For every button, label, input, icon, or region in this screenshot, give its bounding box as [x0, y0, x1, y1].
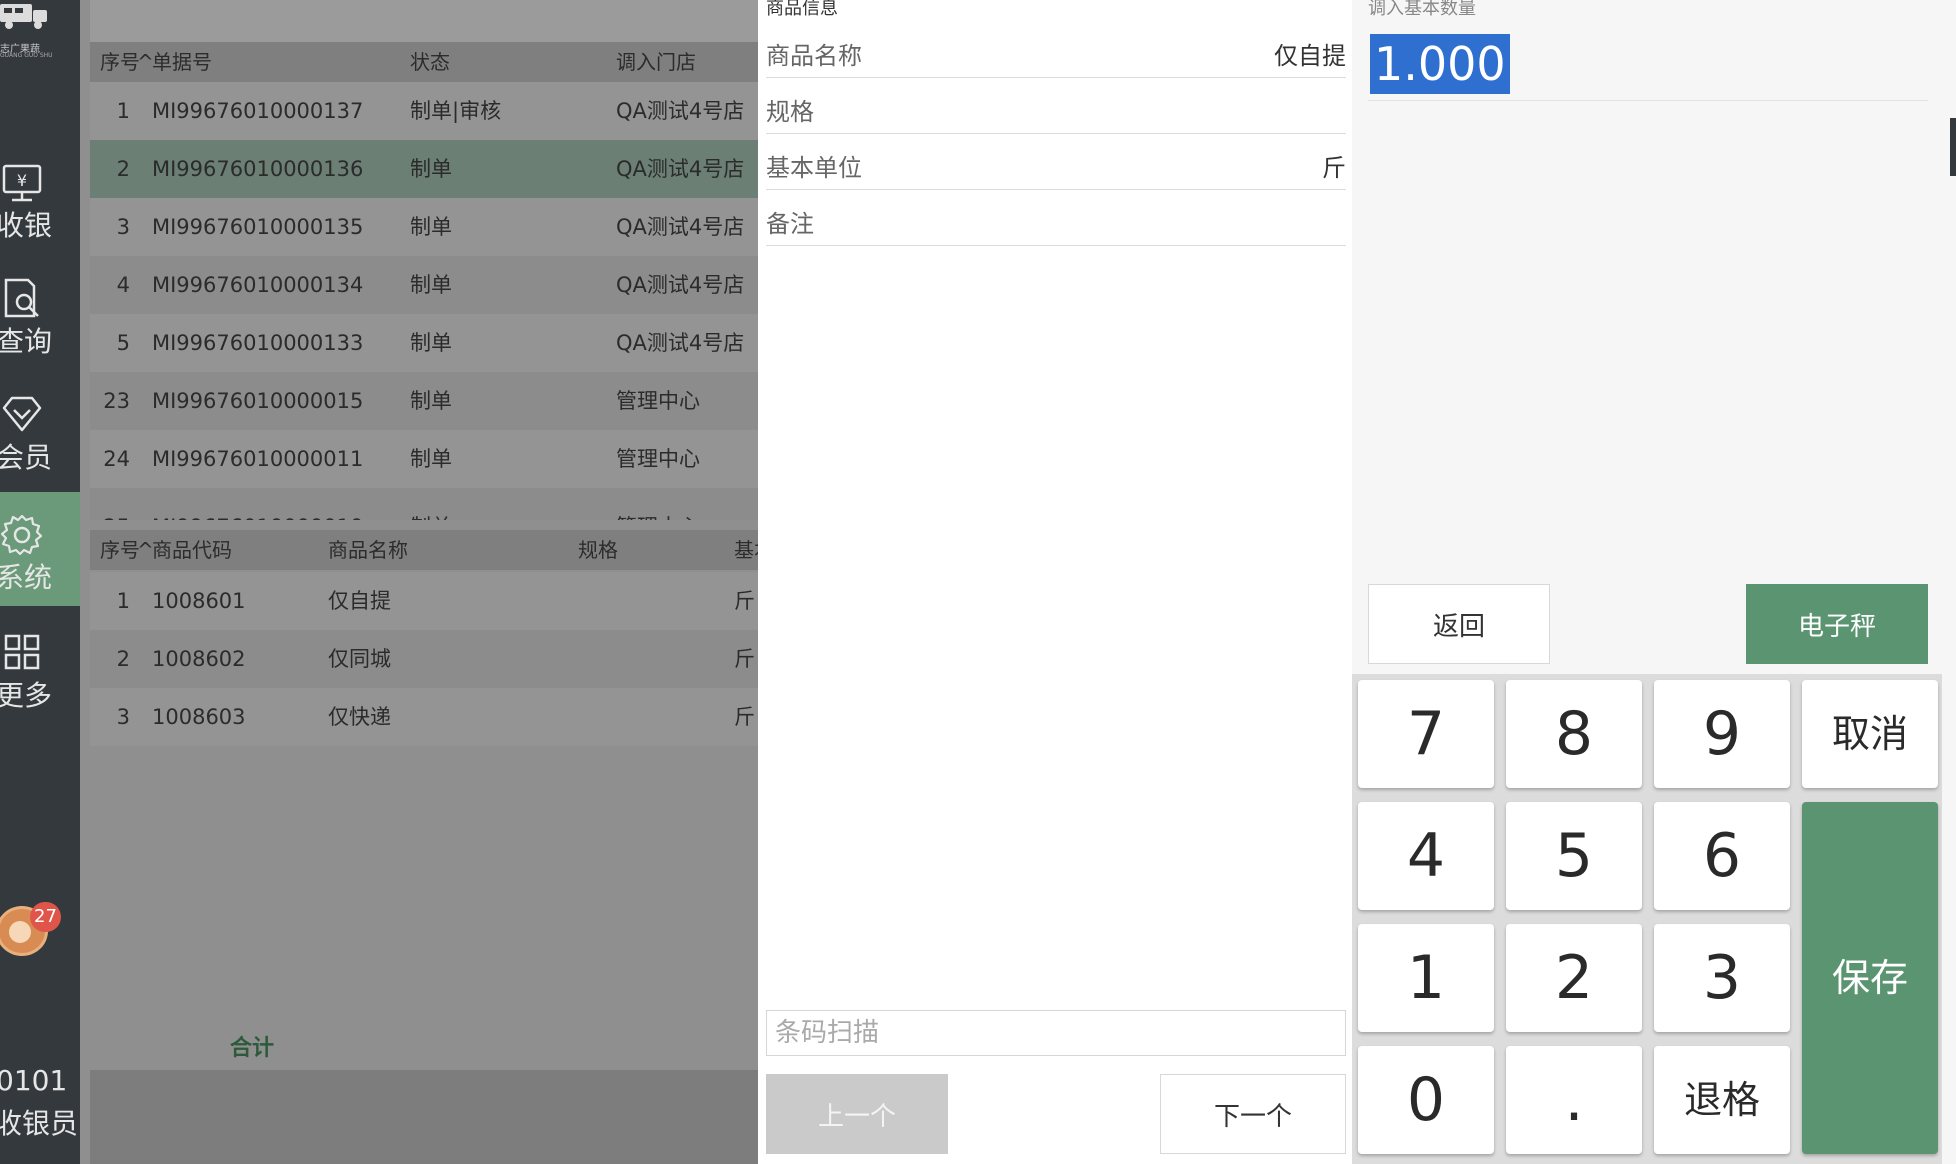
field-value: 斤 — [1322, 154, 1346, 182]
field-label: 备注 — [766, 210, 814, 238]
field-remark[interactable]: 备注 — [766, 190, 1346, 246]
quantity-input[interactable]: 1.000 — [1370, 34, 1510, 94]
key-5[interactable]: 5 — [1506, 802, 1642, 910]
save-key[interactable]: 保存 — [1802, 802, 1938, 1154]
query-icon — [4, 278, 39, 318]
doc-table-row[interactable]: 1 MI99676010000137 制单|审核 QA测试4号店 — [90, 82, 758, 140]
backspace-key[interactable]: 退格 — [1654, 1046, 1790, 1154]
brand-logo: 志广果蔬 GUANG GUO SHU — [0, 0, 56, 59]
user-id: 0101 — [0, 1064, 68, 1097]
truck-logo-icon — [0, 4, 47, 29]
col-header-doc-no[interactable]: 单据号 — [152, 42, 212, 82]
col-header-seq[interactable]: 序号 — [100, 530, 140, 570]
doc-table-row[interactable]: 23 MI99676010000015 制单 管理中心 — [90, 372, 758, 430]
user-role: 收银员 — [0, 1107, 79, 1140]
item-table-row[interactable]: 2 1008602 仅同城 斤 — [90, 630, 758, 688]
col-header-name[interactable]: 商品名称 — [328, 530, 408, 570]
window-edge — [1950, 118, 1956, 176]
col-header-store[interactable]: 调入门店 — [616, 42, 696, 82]
list-toolbar — [90, 0, 758, 42]
member-icon — [2, 396, 42, 432]
key-8[interactable]: 8 — [1506, 680, 1642, 788]
numeric-keypad: 7 8 9 取消 4 5 6 保存 1 2 3 0 . 退格 — [1352, 674, 1942, 1164]
quantity-title: 调入基本数量 — [1368, 0, 1476, 19]
doc-table-row[interactable]: 3 MI99676010000135 制单 QA测试4号店 — [90, 198, 758, 256]
col-header-seq[interactable]: 序号 — [100, 42, 140, 82]
col-header-spec[interactable]: 规格 — [578, 530, 618, 570]
key-9[interactable]: 9 — [1654, 680, 1790, 788]
nav-item-more[interactable]: 更多 — [0, 610, 80, 724]
product-info-panel: 商品信息 商品名称 仅自提 规格 基本单位 斤 备注 上一个 下一个 — [758, 0, 1352, 1164]
doc-table-row-partial[interactable]: 25 MI99676010000010 制单 管理中心 — [90, 488, 758, 520]
nav-label-query: 查询 — [0, 325, 53, 358]
item-table-row[interactable]: 3 1008603 仅快递 斤 — [90, 688, 758, 746]
barcode-scan-field[interactable] — [766, 1010, 1346, 1056]
key-3[interactable]: 3 — [1654, 924, 1790, 1032]
field-base-unit: 基本单位 斤 — [766, 134, 1346, 190]
nav-label-member: 会员 — [0, 441, 53, 474]
nav-label-more: 更多 — [0, 679, 53, 712]
prev-item-button[interactable]: 上一个 — [766, 1074, 948, 1154]
transfer-list-area: 序号 ^ 单据号 状态 调入门店 1 MI99676010000137 制单|审… — [80, 0, 774, 1164]
nav-label-cashier: 收银 — [0, 209, 53, 242]
doc-table-row[interactable]: 5 MI99676010000133 制单 QA测试4号店 — [90, 314, 758, 372]
nav-item-member[interactable]: 会员 — [0, 372, 80, 486]
list-footer — [90, 1070, 758, 1164]
nav-item-query[interactable]: 查询 — [0, 256, 80, 370]
quantity-underline — [1368, 100, 1928, 101]
cancel-key[interactable]: 取消 — [1802, 680, 1938, 788]
barcode-scan-input[interactable] — [767, 1011, 1345, 1055]
field-spec: 规格 — [766, 78, 1346, 134]
doc-table-row[interactable]: 24 MI99676010000011 制单 管理中心 — [90, 430, 758, 488]
back-button[interactable]: 返回 — [1368, 584, 1550, 664]
grid-icon — [4, 634, 40, 670]
item-table-row[interactable]: 1 1008601 仅自提 斤 — [90, 572, 758, 630]
key-7[interactable]: 7 — [1358, 680, 1494, 788]
col-header-code[interactable]: 商品代码 — [152, 530, 232, 570]
settings-icon — [0, 514, 43, 556]
item-table-header: 序号 ^ 商品代码 商品名称 规格 基本 — [90, 530, 774, 570]
field-label: 基本单位 — [766, 154, 862, 182]
key-4[interactable]: 4 — [1358, 802, 1494, 910]
field-product-name: 商品名称 仅自提 — [766, 22, 1346, 78]
key-0[interactable]: 0 — [1358, 1046, 1494, 1154]
nav-label-system: 系统 — [0, 561, 53, 594]
field-label: 规格 — [766, 98, 814, 126]
section-title: 商品信息 — [766, 0, 838, 19]
key-1[interactable]: 1 — [1358, 924, 1494, 1032]
doc-table-header: 序号 ^ 单据号 状态 调入门店 — [90, 42, 758, 82]
doc-table-row[interactable]: 4 MI99676010000134 制单 QA测试4号店 — [90, 256, 758, 314]
nav-item-cashier[interactable]: ¥ 收银 — [0, 140, 80, 254]
total-label: 合计 — [230, 1036, 275, 1061]
cashier-icon: ¥ — [2, 164, 42, 202]
sidebar: 志广果蔬 GUANG GUO SHU ¥ 收银 查询 会员 系统 更多 27 0… — [0, 0, 80, 1164]
svg-text:¥: ¥ — [17, 171, 27, 190]
key-2[interactable]: 2 — [1506, 924, 1642, 1032]
field-value: 仅自提 — [1274, 42, 1346, 70]
next-item-button[interactable]: 下一个 — [1160, 1074, 1346, 1154]
field-label: 商品名称 — [766, 42, 862, 70]
notification-badge: 27 — [30, 902, 61, 932]
quantity-panel: 调入基本数量 1.000 返回 电子秤 7 8 9 取消 4 5 6 保存 1 … — [1352, 0, 1956, 1164]
logo-subtext: GUANG GUO SHU — [0, 52, 53, 59]
doc-table-row-selected[interactable]: 2 MI99676010000136 制单 QA测试4号店 — [90, 140, 758, 198]
electronic-scale-button[interactable]: 电子秤 — [1746, 584, 1928, 664]
nav-item-system[interactable]: 系统 — [0, 492, 80, 606]
col-header-status[interactable]: 状态 — [410, 42, 450, 82]
key-decimal[interactable]: . — [1506, 1046, 1642, 1154]
key-6[interactable]: 6 — [1654, 802, 1790, 910]
